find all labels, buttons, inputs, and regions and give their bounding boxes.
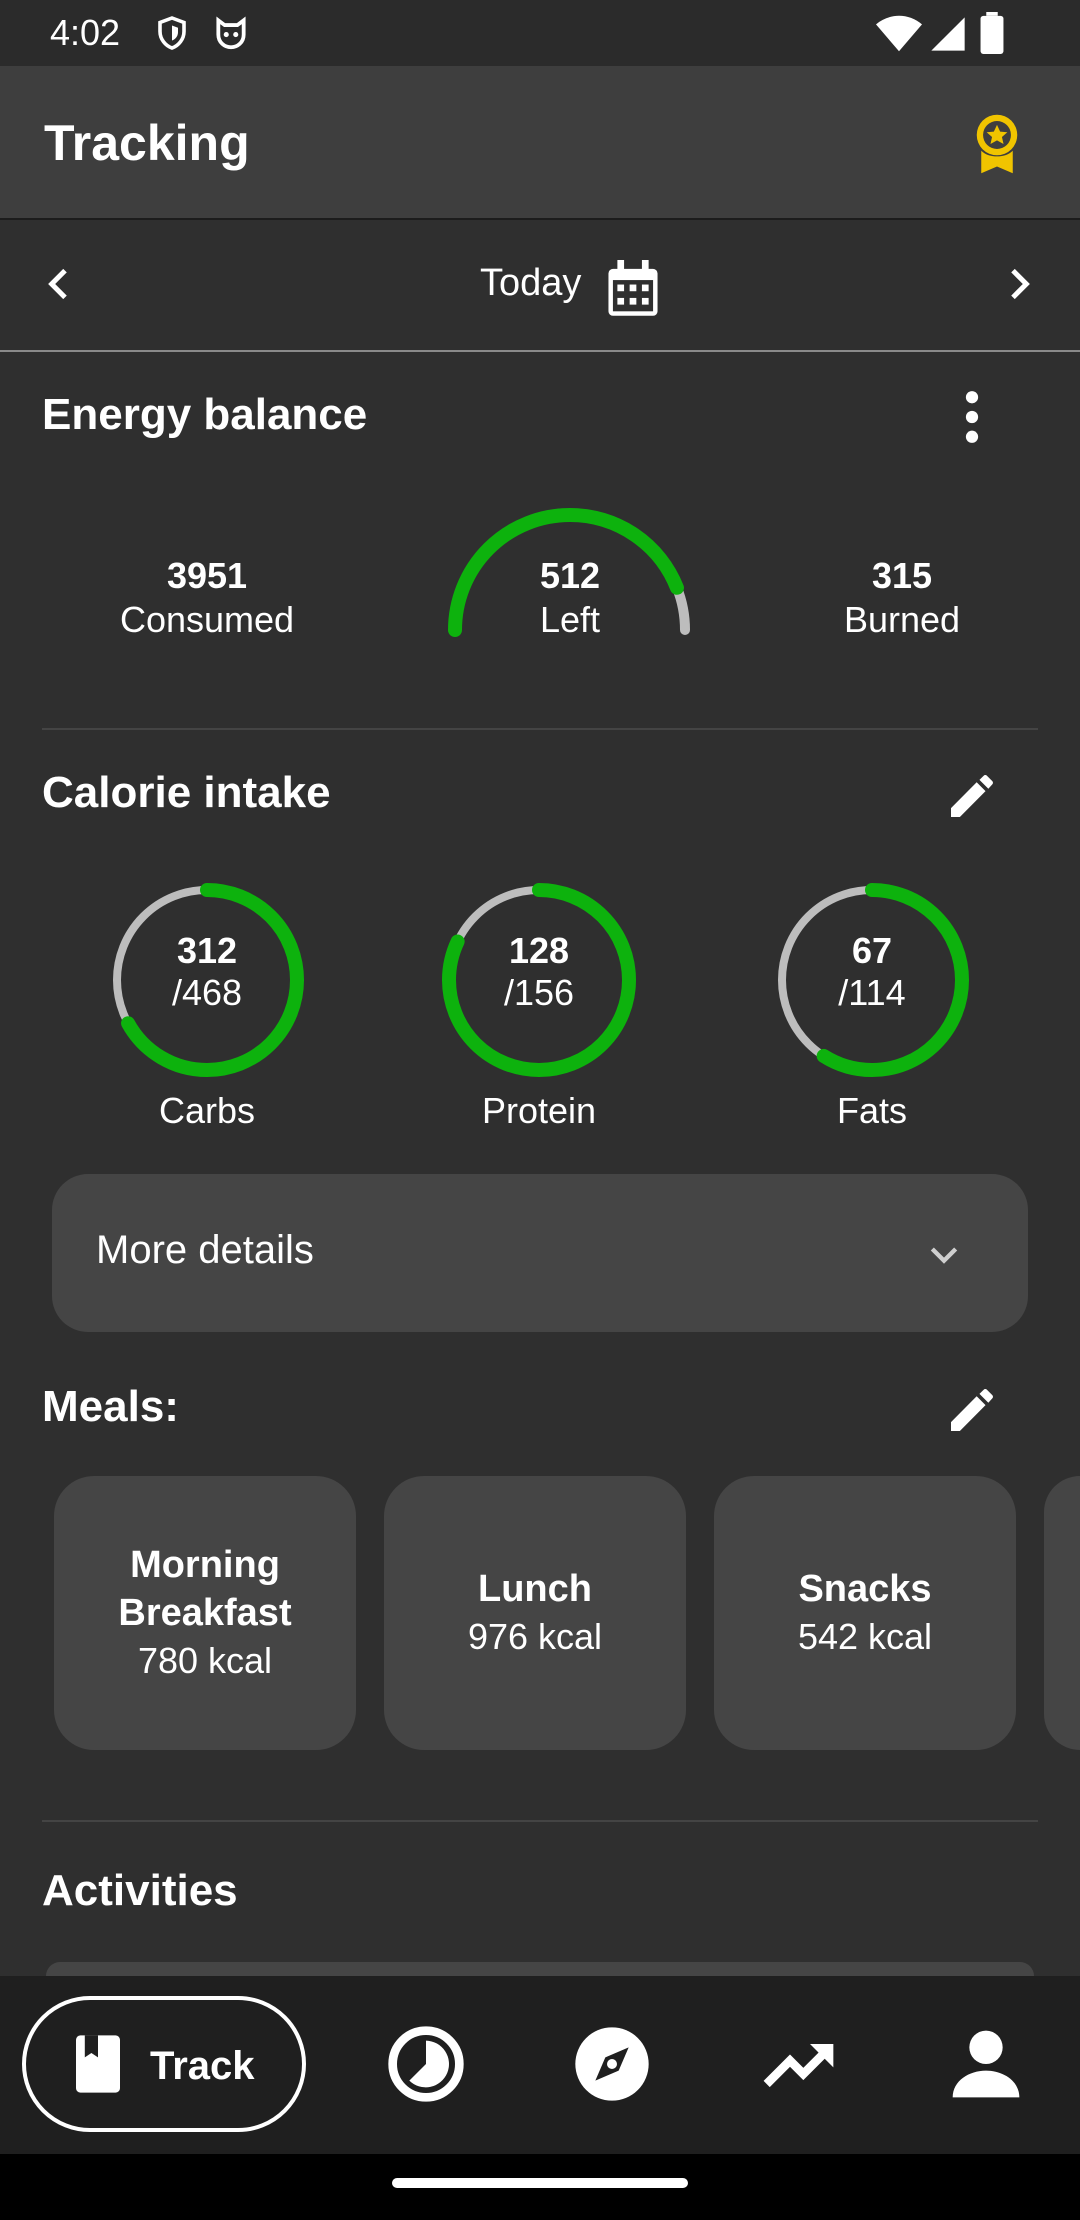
meal-card-partial[interactable]	[1044, 1476, 1080, 1750]
carbs-goal: /468	[171, 972, 243, 1013]
protein-goal: /156	[503, 972, 575, 1013]
cat-icon	[216, 16, 246, 50]
chevron-down-icon	[930, 1247, 958, 1264]
calorie-intake-title: Calorie intake	[42, 768, 331, 817]
macro-fats: 67 /114	[742, 880, 1002, 1100]
date-label[interactable]: Today	[480, 262, 581, 305]
consumed-value: 3951	[166, 555, 248, 596]
gesture-bar	[0, 2154, 1080, 2220]
burned-value: 315	[871, 555, 933, 596]
macro-protein: 128 /156	[409, 880, 669, 1100]
carbs-label: Carbs	[158, 1090, 256, 1131]
page-title: Tracking	[44, 115, 250, 171]
burned-stat: 315 Burned	[772, 554, 1032, 642]
burned-label: Burned	[843, 599, 961, 640]
energy-balance-title: Energy balance	[42, 390, 368, 439]
edit-meals-icon[interactable]	[944, 1382, 1000, 1438]
left-value: 512	[539, 555, 601, 596]
profile-icon[interactable]	[946, 2024, 1026, 2104]
more-details-button[interactable]: More details	[52, 1174, 1028, 1332]
home-indicator[interactable]	[392, 2178, 688, 2188]
more-vert-icon[interactable]	[952, 390, 992, 444]
macro-carbs: 312 /468	[77, 880, 337, 1100]
activities-title: Activities	[42, 1866, 238, 1915]
status-bar: 4:02	[0, 0, 1080, 66]
meal-card-snacks[interactable]: Snacks 542 kcal	[714, 1476, 1016, 1750]
meal-name: Morning Breakfast	[118, 1544, 292, 1634]
divider	[42, 728, 1038, 730]
activity-card[interactable]	[46, 1962, 1034, 1976]
consumed-stat: 3951 Consumed	[77, 554, 337, 642]
shield-icon	[158, 16, 186, 50]
consumed-label: Consumed	[119, 599, 295, 640]
more-details-label: More details	[96, 1228, 314, 1272]
meal-name: Lunch	[478, 1568, 592, 1610]
edit-icon[interactable]	[944, 768, 1000, 824]
left-stat: 512 Left	[440, 554, 700, 642]
chevron-right-icon[interactable]	[998, 264, 1038, 304]
award-icon[interactable]	[970, 112, 1024, 176]
protein-value: 128	[508, 930, 570, 971]
app-bar: Tracking	[0, 66, 1080, 221]
meal-card-lunch[interactable]: Lunch 976 kcal	[384, 1476, 686, 1750]
fats-goal: /114	[838, 972, 906, 1013]
meal-kcal: 976 kcal	[467, 1616, 603, 1657]
meal-kcal: 780 kcal	[137, 1640, 273, 1681]
nav-track-label: Track	[150, 2044, 255, 2088]
meal-card-breakfast[interactable]: Morning Breakfast 780 kcal	[54, 1476, 356, 1750]
left-label: Left	[539, 599, 601, 640]
battery-icon	[980, 12, 1004, 54]
calendar-icon[interactable]	[606, 260, 660, 318]
history-icon[interactable]	[386, 2024, 466, 2104]
book-icon	[76, 2035, 120, 2093]
fats-label: Fats	[836, 1090, 907, 1131]
protein-label: Protein	[481, 1090, 597, 1131]
trending-up-icon[interactable]	[760, 2024, 840, 2104]
carbs-value: 312	[176, 930, 238, 971]
signal-icon	[931, 17, 965, 51]
meal-name: Snacks	[798, 1568, 932, 1610]
status-time: 4:02	[50, 12, 121, 53]
meals-title: Meals:	[42, 1382, 179, 1431]
wifi-icon	[876, 15, 922, 52]
bottom-navigation: Track	[0, 1976, 1080, 2154]
chevron-left-icon[interactable]	[40, 264, 80, 304]
nav-track[interactable]: Track	[22, 1996, 306, 2132]
fats-value: 67	[851, 930, 893, 971]
divider	[42, 1820, 1038, 1822]
compass-icon[interactable]	[572, 2024, 652, 2104]
date-navigation: Today	[0, 220, 1080, 352]
meal-kcal: 542 kcal	[797, 1616, 933, 1657]
